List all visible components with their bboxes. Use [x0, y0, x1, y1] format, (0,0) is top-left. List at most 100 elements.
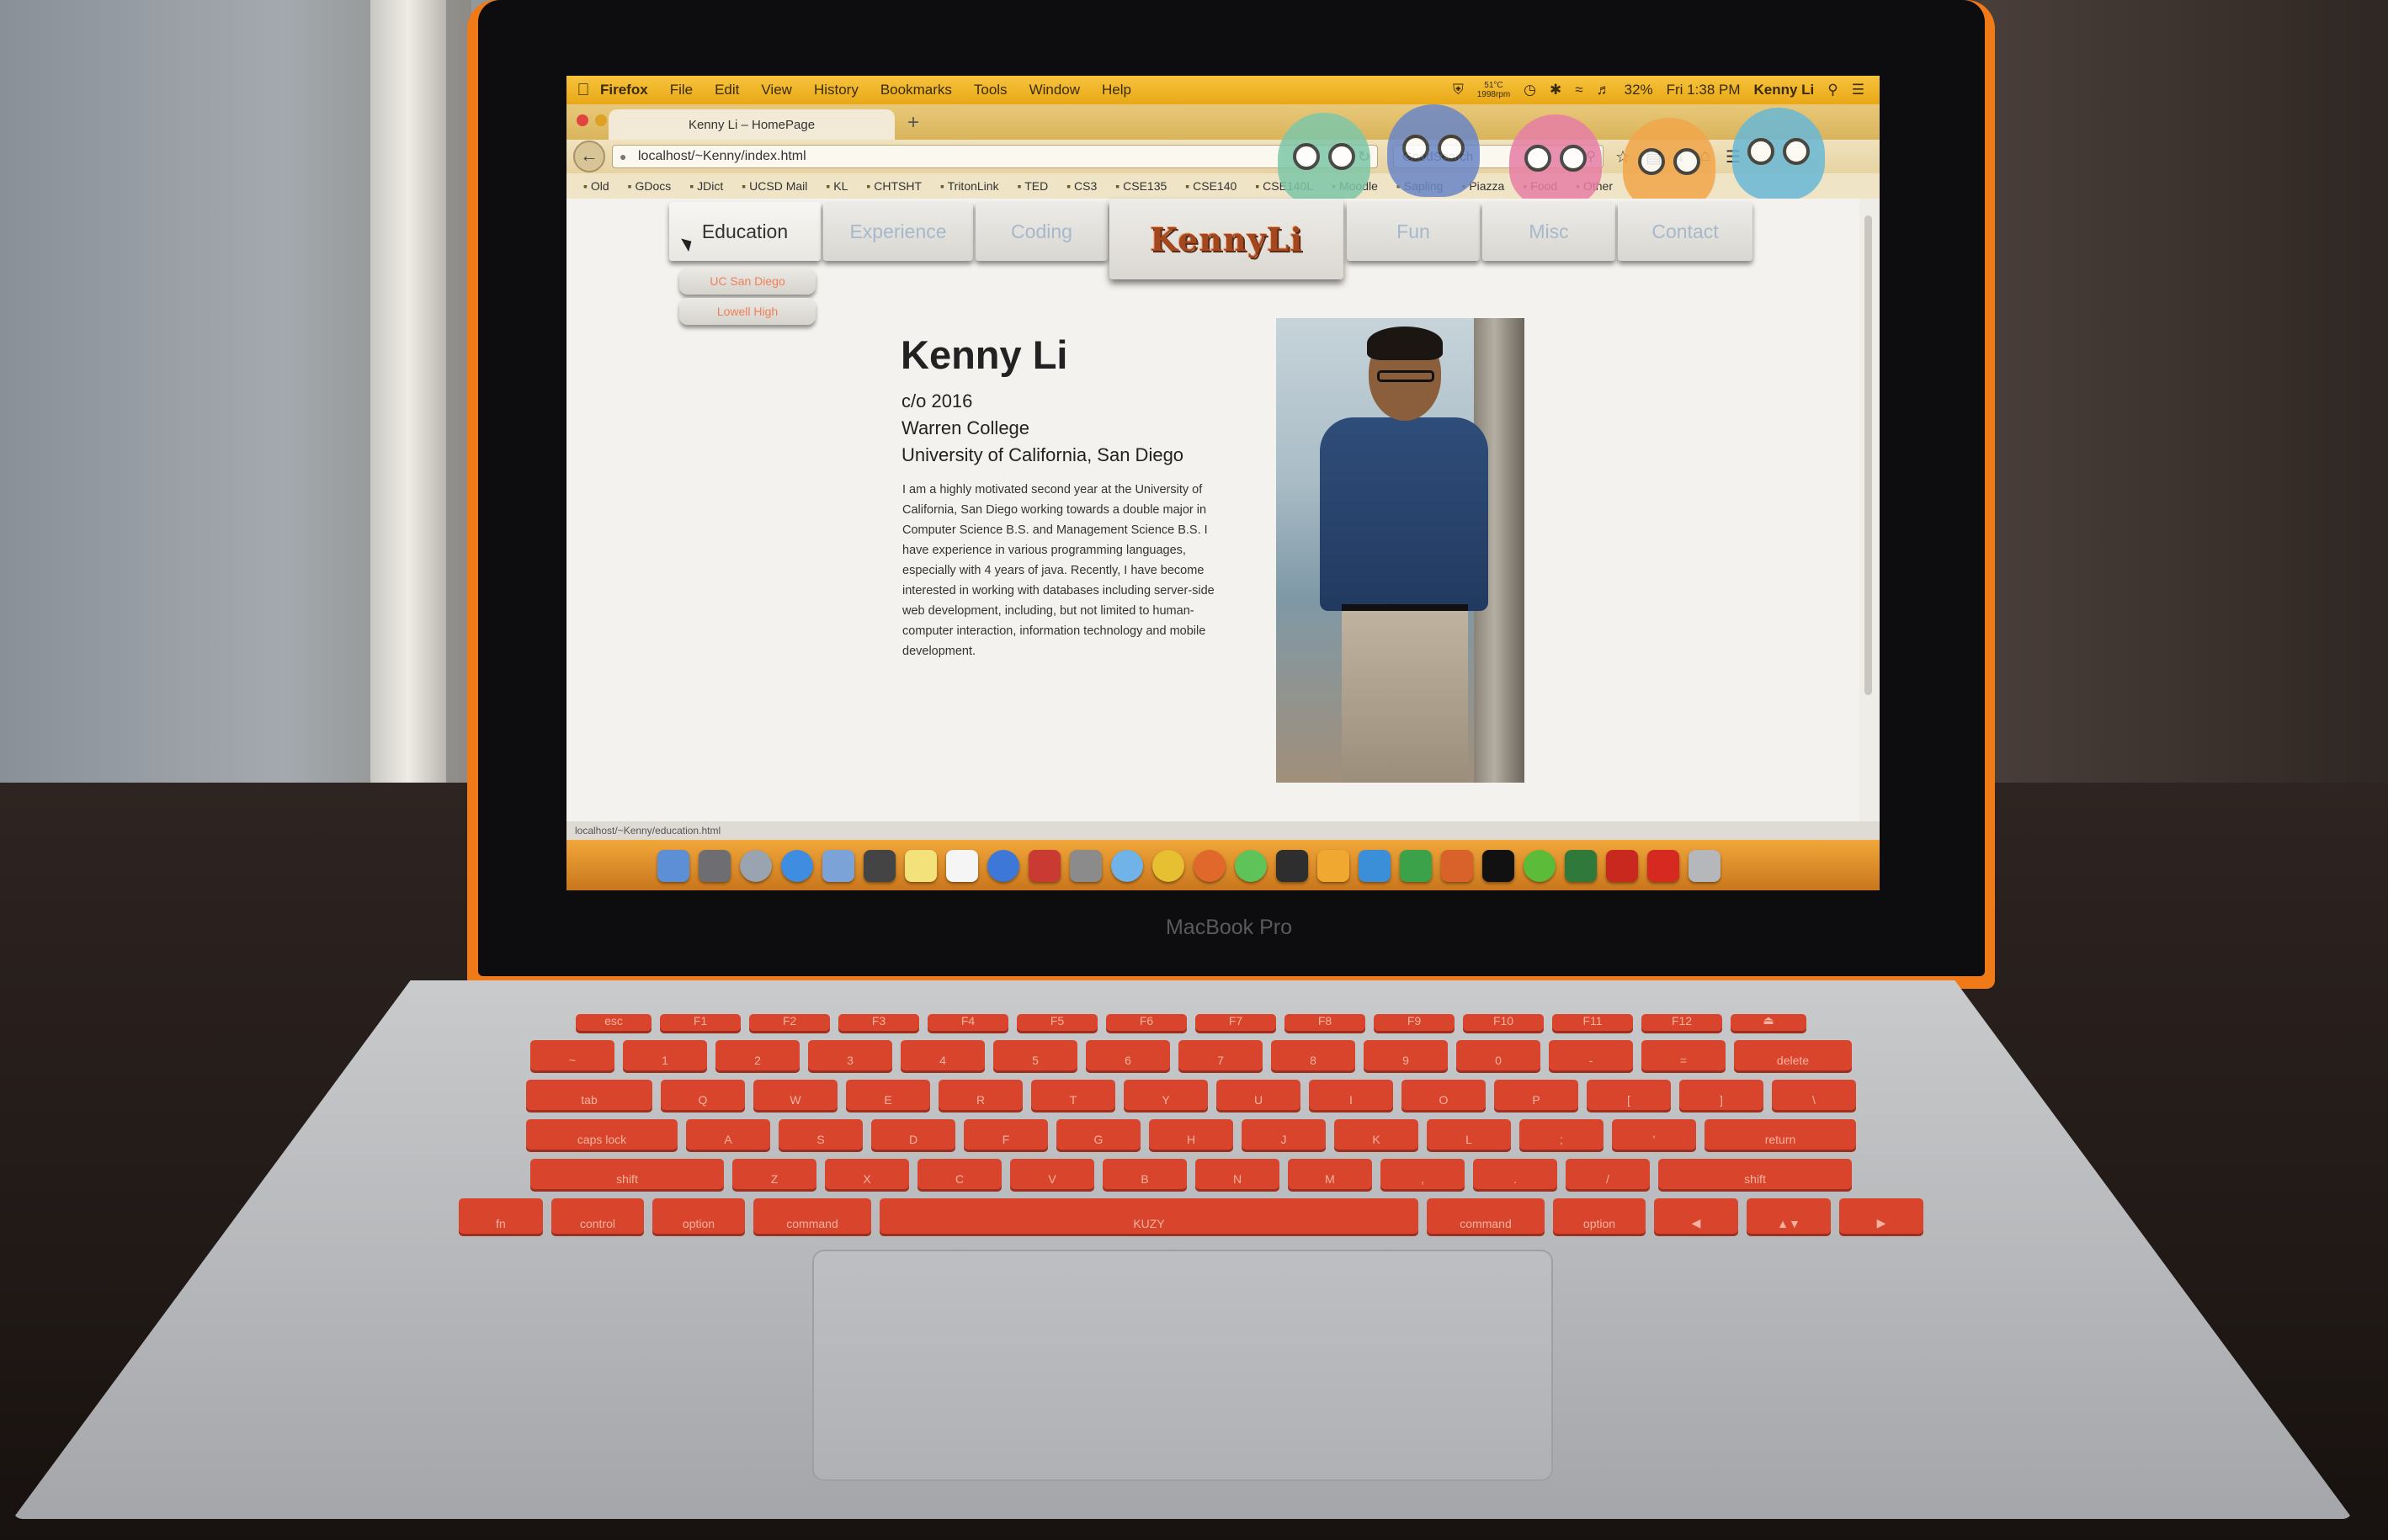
key[interactable]: 6 — [1086, 1040, 1170, 1070]
bookmark-item[interactable]: UCSD Mail — [742, 179, 807, 193]
download-icon[interactable]: ↓ — [1677, 146, 1685, 167]
key[interactable]: A — [686, 1119, 770, 1150]
bookmark-item[interactable]: TED — [1018, 179, 1048, 193]
vertical-scrollbar[interactable] — [1859, 199, 1880, 821]
key[interactable]: 3 — [808, 1040, 892, 1070]
key[interactable]: F8 — [1284, 1014, 1365, 1031]
bookmark-item[interactable]: CHTSHT — [866, 179, 922, 193]
facetime-icon[interactable] — [864, 850, 896, 882]
shield-icon[interactable]: ⛨ — [1453, 82, 1464, 98]
temp-readout[interactable]: 51°C 1998rpm — [1477, 81, 1510, 99]
key[interactable]: fn — [459, 1198, 543, 1234]
vim-icon[interactable] — [1565, 850, 1597, 882]
key[interactable]: S — [779, 1119, 863, 1150]
bookmark-item[interactable]: CS3 — [1066, 179, 1097, 193]
filezilla-icon[interactable] — [1606, 850, 1638, 882]
menu-icon[interactable]: ☰ — [1726, 146, 1741, 167]
key[interactable]: \ — [1772, 1080, 1856, 1110]
key[interactable]: Q — [661, 1080, 745, 1110]
user-name[interactable]: Kenny Li — [1754, 82, 1815, 98]
dictionary-icon[interactable] — [1029, 850, 1061, 882]
notes-icon[interactable] — [905, 850, 937, 882]
bookmark-item[interactable]: GDocs — [628, 179, 672, 193]
key[interactable]: 2 — [715, 1040, 800, 1070]
bookmark-item[interactable]: Old — [583, 179, 609, 193]
aim-icon[interactable] — [1317, 850, 1349, 882]
key[interactable]: - — [1549, 1040, 1633, 1070]
key[interactable]: D — [871, 1119, 955, 1150]
bookmark-item[interactable]: Food — [1523, 179, 1557, 193]
wifi-icon[interactable]: ≈ — [1575, 82, 1582, 98]
reload-icon[interactable]: ↻ — [1358, 148, 1370, 166]
key[interactable]: R — [939, 1080, 1023, 1110]
browser-tab[interactable]: Kenny Li – HomePage — [609, 109, 895, 140]
key[interactable]: B — [1103, 1159, 1187, 1189]
clock[interactable]: Fri 1:38 PM — [1667, 82, 1741, 98]
menu-edit[interactable]: Edit — [715, 82, 739, 98]
brackets-icon[interactable] — [1524, 850, 1556, 882]
key[interactable]: esc — [576, 1014, 652, 1031]
key[interactable]: M — [1288, 1159, 1372, 1189]
nav-misc[interactable]: Misc — [1482, 202, 1615, 261]
battery-percent[interactable]: 32% — [1625, 82, 1653, 98]
bookmark-item[interactable]: CSE135 — [1115, 179, 1167, 193]
search-icon[interactable]: ⚲ — [1586, 148, 1596, 165]
key[interactable]: F3 — [838, 1014, 919, 1031]
system-preferences-icon[interactable] — [1070, 850, 1102, 882]
key[interactable]: E — [846, 1080, 930, 1110]
app-icon[interactable] — [1276, 850, 1308, 882]
key[interactable]: option — [1553, 1198, 1646, 1234]
key[interactable]: N — [1195, 1159, 1279, 1189]
key[interactable]: Z — [732, 1159, 816, 1189]
key[interactable]: ' — [1612, 1119, 1696, 1150]
word-icon[interactable] — [1359, 850, 1391, 882]
new-tab-icon[interactable]: + — [907, 111, 919, 135]
key[interactable]: P — [1494, 1080, 1578, 1110]
key[interactable]: L — [1427, 1119, 1511, 1150]
calendar-icon[interactable] — [946, 850, 978, 882]
key[interactable]: F11 — [1552, 1014, 1633, 1031]
key[interactable]: ▲▼ — [1747, 1198, 1831, 1234]
terminal-icon[interactable] — [1482, 850, 1514, 882]
url-bar[interactable]: ● localhost/~Kenny/index.html ↻ — [612, 145, 1378, 168]
minimize-icon[interactable] — [595, 114, 607, 126]
key[interactable]: caps lock — [526, 1119, 678, 1150]
key[interactable]: J — [1242, 1119, 1326, 1150]
key[interactable]: ; — [1519, 1119, 1604, 1150]
search-bar[interactable]: GoodSearch ⚲ — [1393, 145, 1604, 168]
key[interactable]: F10 — [1463, 1014, 1544, 1031]
dropdown-uc-san-diego[interactable]: UC San Diego — [679, 268, 816, 295]
key[interactable]: ◀ — [1654, 1198, 1738, 1234]
key[interactable]: F5 — [1017, 1014, 1098, 1031]
bookmark-item[interactable]: JDict — [689, 179, 723, 193]
firefox-icon[interactable] — [1194, 850, 1226, 882]
key[interactable]: 7 — [1178, 1040, 1263, 1070]
key[interactable]: command — [753, 1198, 871, 1234]
key[interactable]: Y — [1124, 1080, 1208, 1110]
key[interactable]: F9 — [1374, 1014, 1455, 1031]
bookmark-item[interactable]: Sapling — [1396, 179, 1444, 193]
key[interactable]: [ — [1587, 1080, 1671, 1110]
chrome-icon[interactable] — [1152, 850, 1184, 882]
key[interactable]: ⏏ — [1731, 1013, 1806, 1031]
key[interactable]: command — [1427, 1198, 1545, 1234]
spotlight-icon[interactable]: ⚲ — [1827, 82, 1838, 98]
trash-icon[interactable] — [1689, 850, 1721, 882]
menu-help[interactable]: Help — [1102, 82, 1131, 98]
key[interactable]: F2 — [749, 1014, 830, 1031]
menu-file[interactable]: File — [670, 82, 693, 98]
dashboard-icon[interactable] — [699, 850, 731, 882]
preview-icon[interactable] — [822, 850, 854, 882]
bookmark-item[interactable]: Other — [1576, 179, 1613, 193]
bookmark-item[interactable]: Piazza — [1461, 179, 1504, 193]
bookmark-item[interactable]: Moodle — [1332, 179, 1378, 193]
key[interactable]: ~ — [530, 1040, 614, 1070]
site-logo[interactable]: KennyLi — [1109, 199, 1343, 279]
key[interactable]: tab — [526, 1080, 652, 1110]
finder-icon[interactable] — [657, 850, 689, 882]
key[interactable]: / — [1566, 1159, 1650, 1189]
trackpad[interactable] — [812, 1250, 1553, 1481]
menu-history[interactable]: History — [814, 82, 859, 98]
key[interactable]: W — [753, 1080, 838, 1110]
key[interactable]: shift — [530, 1159, 724, 1189]
